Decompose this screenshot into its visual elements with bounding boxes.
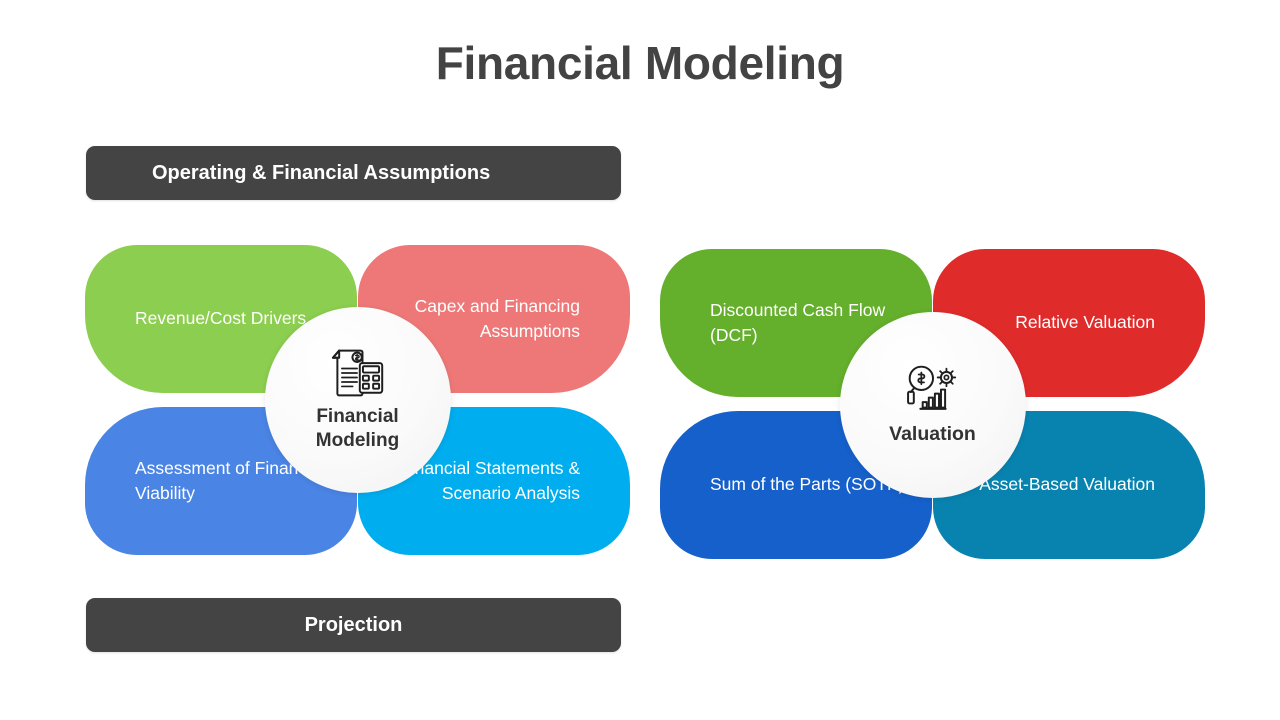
banner-bottom-label: Projection xyxy=(304,613,403,636)
hub-label: Valuation xyxy=(889,422,976,445)
banner-top-label: Operating & Financial Assumptions xyxy=(152,161,491,184)
cluster-financial-modeling: Revenue/Cost Drivers Capex and Financing… xyxy=(85,245,630,555)
hub-financial-modeling[interactable]: Financial Modeling xyxy=(264,307,451,493)
banner-projection: Projection xyxy=(86,598,621,652)
page-title: Financial Modeling xyxy=(435,37,845,89)
hub-valuation[interactable]: Valuation xyxy=(839,312,1026,498)
petal-label: Revenue/Cost Drivers xyxy=(135,308,307,329)
petal-label: Relative Valuation xyxy=(1015,312,1155,333)
magnifier-gear-chart-icon xyxy=(906,365,956,410)
hub-label: Financial Modeling xyxy=(315,406,400,451)
slide-canvas: Financial Modeling Operating & Financial… xyxy=(0,0,1280,720)
petal-label: Asset-Based Valuation xyxy=(979,474,1155,495)
cluster-valuation: Discounted Cash Flow (DCF) Relative Valu… xyxy=(660,245,1205,559)
banner-operating-financial-assumptions: Operating & Financial Assumptions xyxy=(86,146,621,200)
document-calculator-icon xyxy=(331,350,383,397)
